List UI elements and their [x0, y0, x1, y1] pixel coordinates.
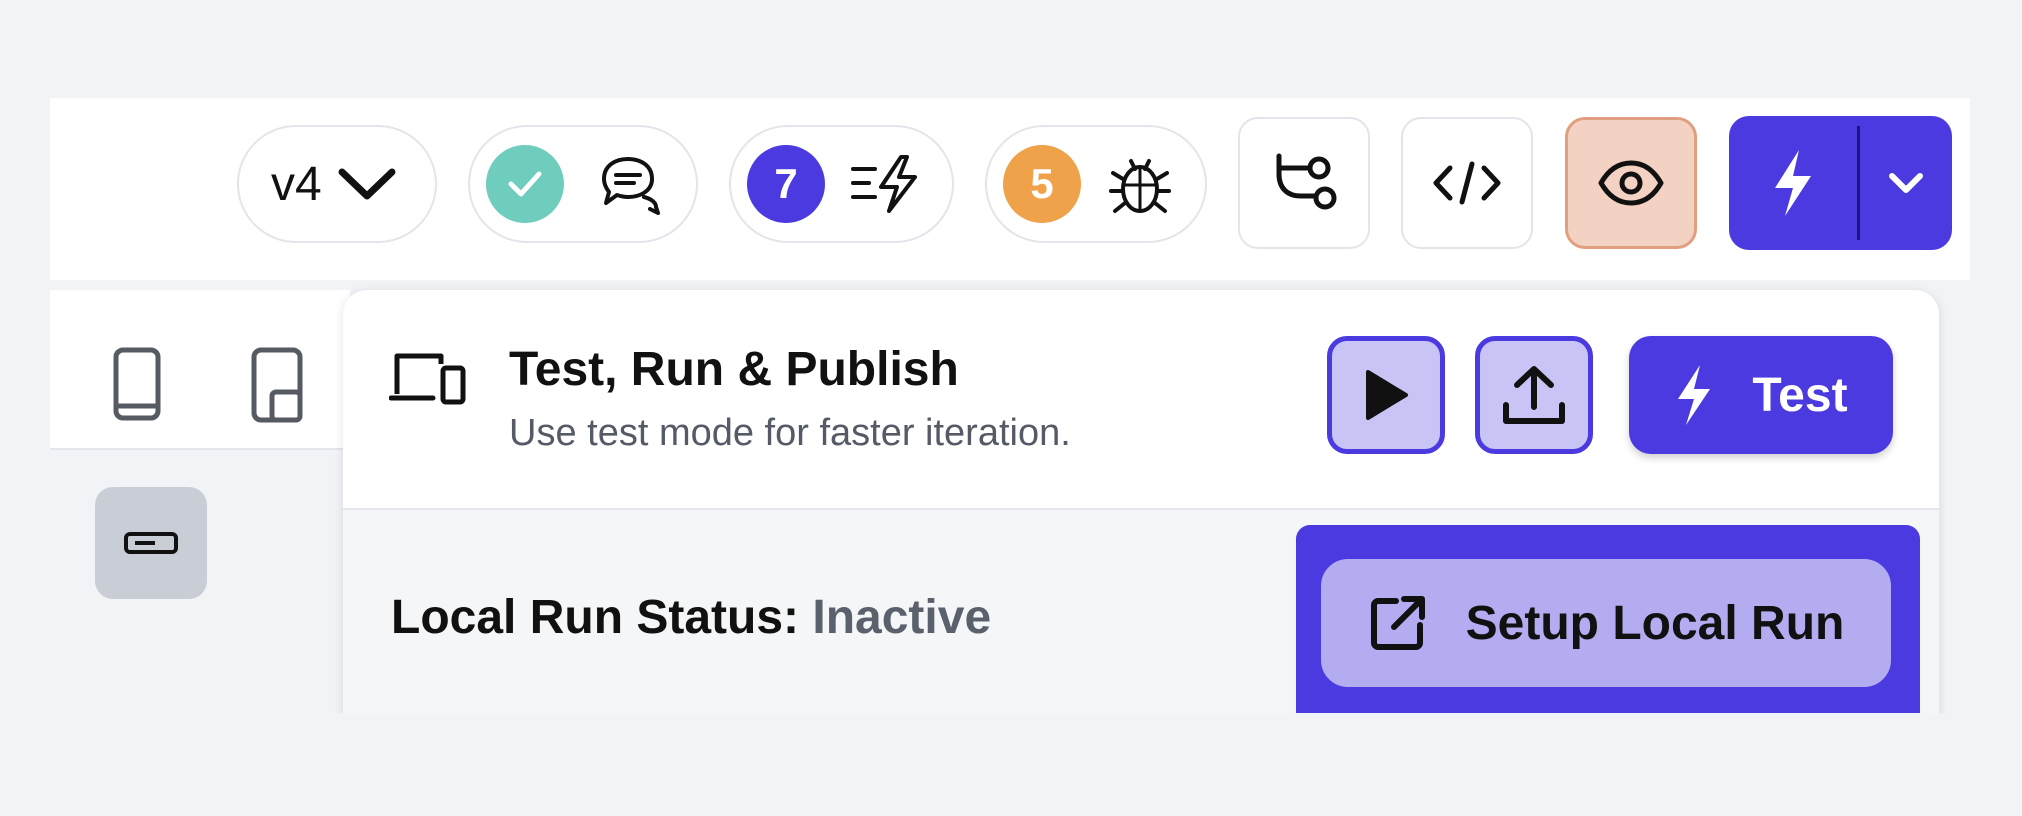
check-icon — [486, 145, 564, 223]
devices-icon — [389, 350, 467, 406]
status-value: Inactive — [812, 591, 992, 644]
upload-icon — [1503, 366, 1565, 424]
phone-icon[interactable] — [112, 346, 162, 422]
run-lightning-button[interactable] — [1729, 116, 1857, 250]
triggers-button[interactable]: 7 — [729, 125, 954, 243]
chevron-down-icon — [1889, 173, 1923, 193]
flow-icon — [1269, 148, 1339, 218]
play-icon — [1366, 370, 1408, 420]
lightning-icon — [1775, 150, 1811, 216]
widget-icon — [124, 532, 178, 554]
page-background — [0, 713, 2022, 816]
flow-button[interactable] — [1238, 117, 1370, 249]
bug-icon — [1107, 151, 1173, 217]
menu-subtitle: Use test mode for faster iteration. — [509, 412, 1071, 454]
setup-local-run-label: Setup Local Run — [1465, 596, 1845, 650]
test-button-label: Test — [1752, 368, 1848, 422]
widget-tile[interactable] — [95, 487, 207, 599]
menu-title: Test, Run & Publish — [509, 343, 959, 396]
status-label: Local Run Status: — [391, 591, 800, 644]
chat-icon — [596, 153, 662, 215]
bug-count-badge: 5 — [1003, 145, 1081, 223]
external-link-icon — [1370, 596, 1425, 650]
version-label: v4 — [271, 157, 322, 211]
fast-lightning-icon — [849, 153, 921, 215]
preview-button[interactable] — [1565, 117, 1697, 249]
lightning-icon — [1678, 365, 1711, 425]
test-button[interactable]: Test — [1629, 336, 1893, 454]
tablet-icon[interactable] — [250, 346, 306, 424]
run-split-button — [1729, 116, 1952, 250]
comments-button[interactable] — [468, 125, 698, 243]
version-selector[interactable]: v4 — [237, 125, 437, 243]
code-icon — [1432, 158, 1502, 208]
chevron-down-icon — [336, 164, 398, 204]
bugs-button[interactable]: 5 — [985, 125, 1207, 243]
trigger-count-badge: 7 — [747, 145, 825, 223]
run-options-dropdown[interactable] — [1860, 116, 1952, 250]
run-button[interactable] — [1327, 336, 1445, 454]
code-button[interactable] — [1401, 117, 1533, 249]
local-run-status: Local Run Status: Inactive — [391, 590, 991, 645]
publish-button[interactable] — [1475, 336, 1593, 454]
device-bar — [50, 290, 350, 450]
setup-local-run-button[interactable]: Setup Local Run — [1318, 556, 1894, 690]
eye-icon — [1597, 159, 1665, 207]
